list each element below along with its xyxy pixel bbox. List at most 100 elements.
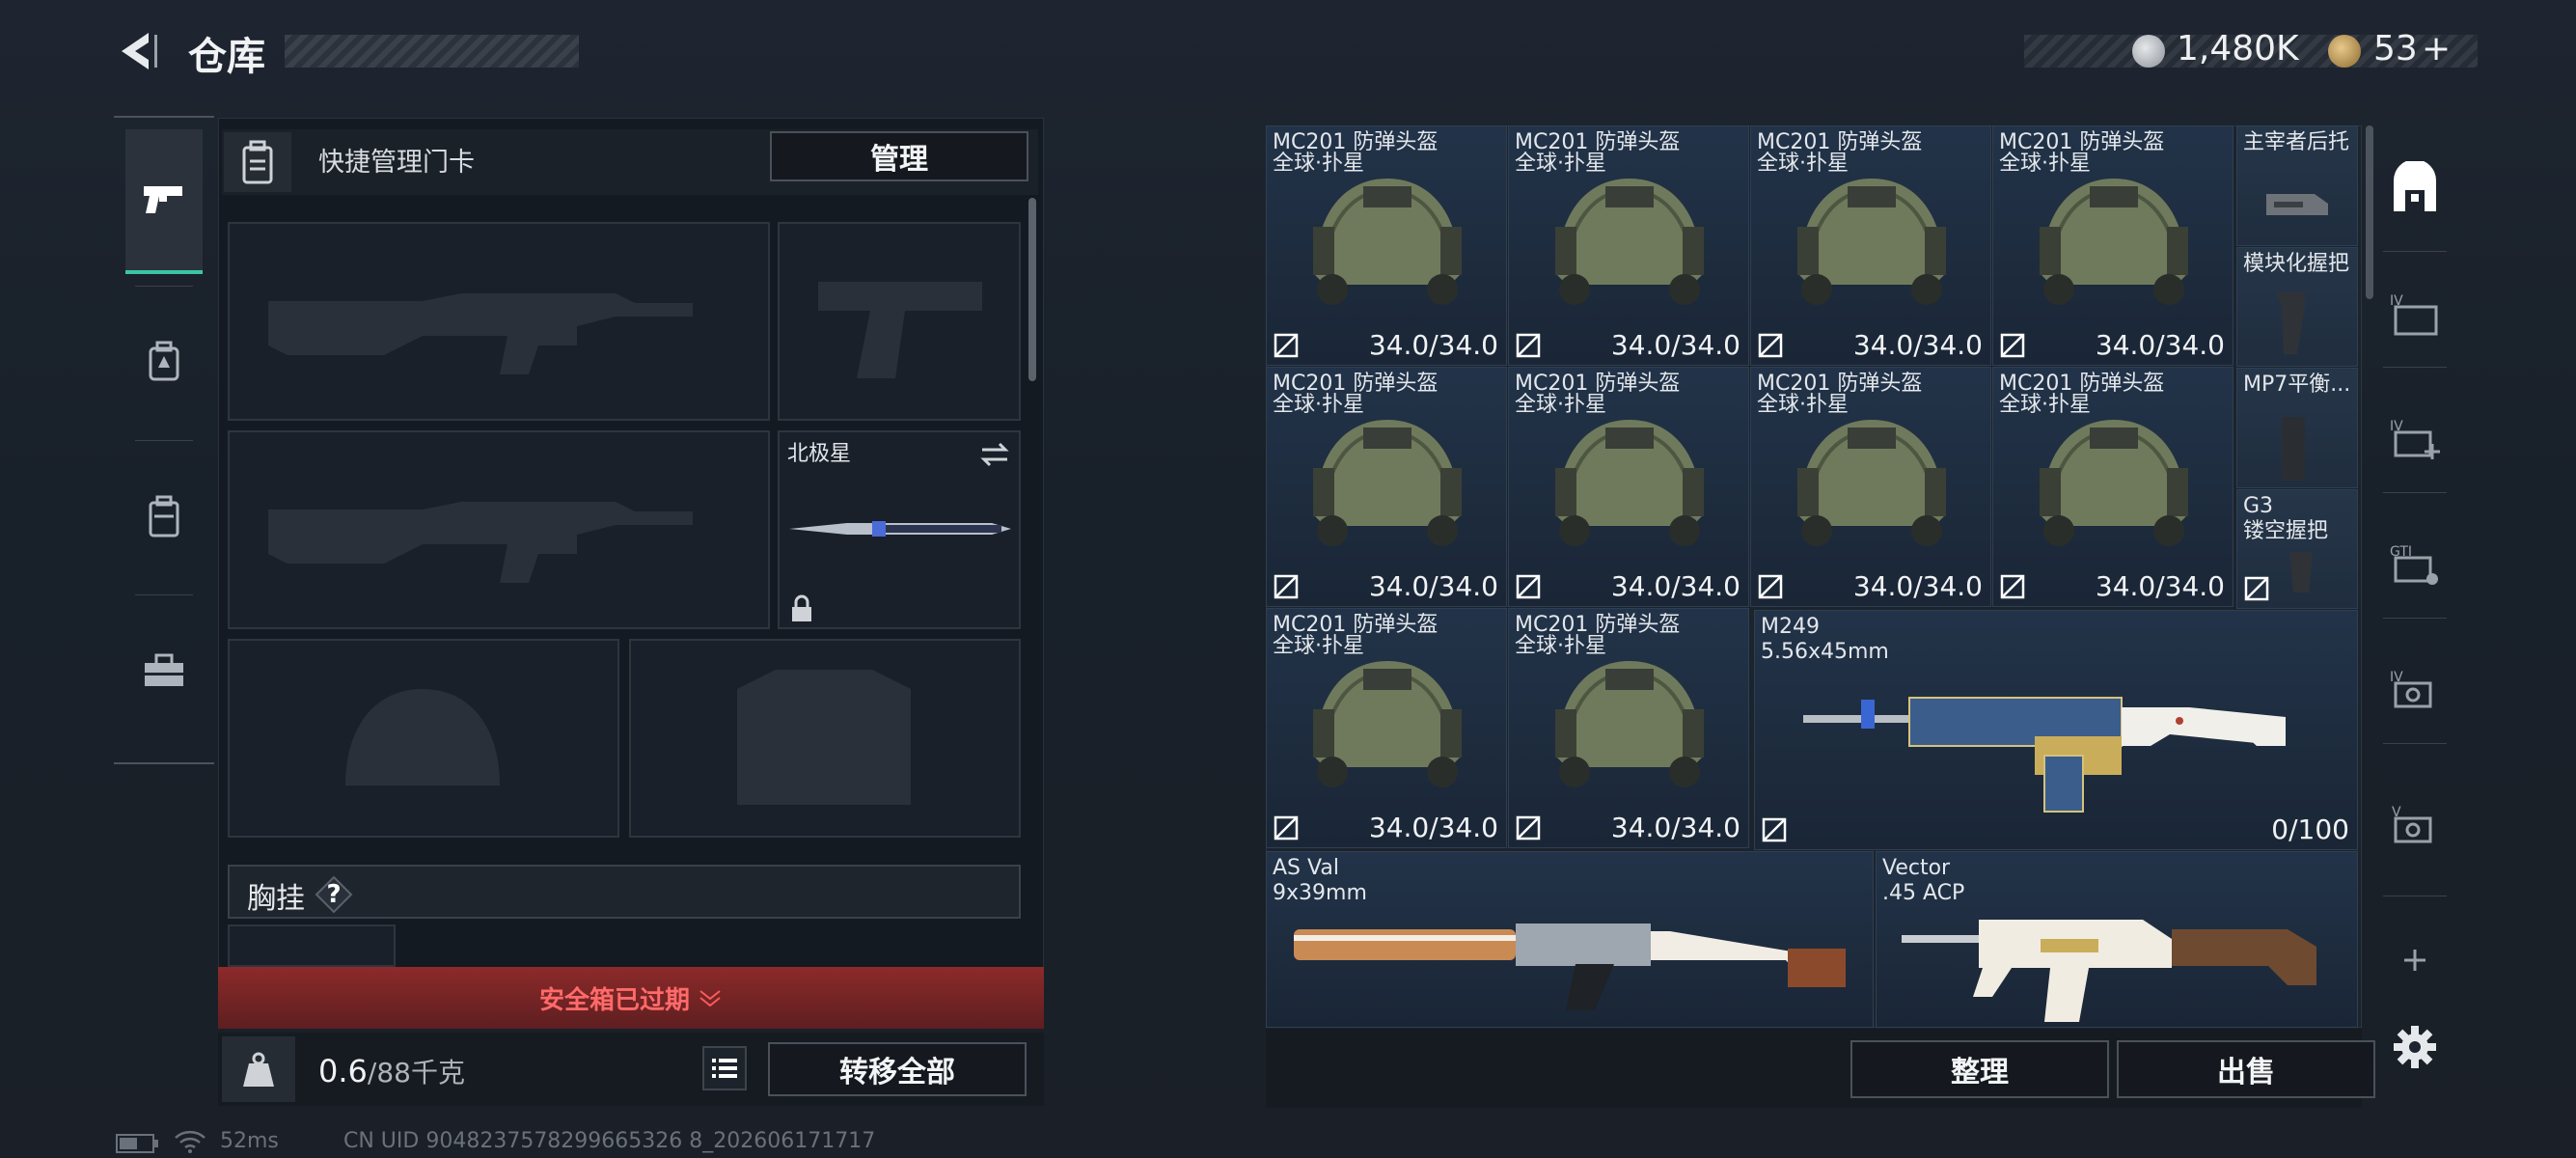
keycard-label: 快捷管理门卡 — [318, 148, 475, 178]
backpack-icon — [149, 341, 179, 381]
grid-item-asval[interactable]: AS Val 9x39mm — [1266, 851, 1874, 1028]
safebox-expired-banner[interactable]: 安全箱已过期 — [218, 967, 1044, 1029]
broken-icon — [1274, 333, 1299, 358]
helmet-slot[interactable] — [228, 639, 619, 838]
broken-icon — [1274, 815, 1299, 841]
primary-weapon-slot[interactable] — [228, 222, 770, 421]
back-arrow-icon[interactable] — [114, 27, 162, 75]
grid-item-helmet[interactable]: MC201 防弹头盔 全球·扑星 34.0/34.0 — [1750, 367, 1991, 607]
help-mark: ? — [326, 880, 342, 909]
storage-tab-4[interactable]: IV — [2381, 656, 2449, 724]
stash-tab[interactable] — [2381, 154, 2449, 222]
grid-item-helmet[interactable]: MC201 防弹头盔 全球·扑星 34.0/34.0 — [1992, 125, 2233, 366]
list-icon — [712, 1059, 737, 1078]
broken-icon — [1516, 574, 1541, 599]
grid-item-helmet[interactable]: MC201 防弹头盔 全球·扑星 34.0/34.0 — [1508, 125, 1749, 366]
manage-button[interactable]: 管理 — [770, 131, 1028, 181]
helmet-icon — [1313, 179, 1462, 305]
grid-item-stock[interactable]: 主宰者后托 — [2236, 125, 2358, 246]
weight-value: 0.6 — [318, 1053, 368, 1089]
rail-divider — [2383, 367, 2447, 368]
durability: 34.0/34.0 — [1610, 329, 1740, 361]
sell-button[interactable]: 出售 — [2117, 1040, 2375, 1098]
armor-slot[interactable] — [629, 639, 1021, 838]
broken-icon — [2000, 574, 2025, 599]
durability: 34.0/34.0 — [1852, 329, 1983, 361]
item-name: G3 — [2243, 494, 2274, 518]
settings-button[interactable] — [2381, 1013, 2449, 1081]
storage-tab-5[interactable]: V — [2381, 791, 2449, 859]
rail-divider — [2383, 492, 2447, 493]
gti-storage-icon: GTI — [2390, 544, 2438, 585]
category-backpack[interactable] — [125, 290, 203, 434]
storage-v-icon: V — [2392, 805, 2432, 843]
storage-tab-3[interactable]: GTI — [2381, 531, 2449, 598]
wifi-icon — [175, 1130, 206, 1153]
helmet-icon — [1555, 661, 1704, 787]
category-case[interactable] — [125, 444, 203, 589]
broken-icon — [1274, 574, 1299, 599]
item-name: MP7平衡... — [2243, 372, 2351, 397]
sort-button[interactable]: 整理 — [1850, 1040, 2109, 1098]
pistol-slot[interactable] — [778, 222, 1021, 421]
left-scrollbar[interactable] — [1028, 198, 1036, 381]
page-title: 仓库 — [188, 35, 265, 79]
grid-item-helmet[interactable]: MC201 防弹头盔 全球·扑星 34.0/34.0 — [1266, 367, 1507, 607]
helmet-silhouette-icon — [345, 689, 500, 786]
keycard-icon — [224, 132, 291, 192]
melee-slot[interactable]: 北极星 — [778, 430, 1021, 629]
grip-icon — [2276, 292, 2305, 354]
grid-item-g3-grip[interactable]: G3 镂空握把 — [2236, 489, 2358, 609]
grid-item-helmet[interactable]: MC201 防弹头盔 全球·扑星 34.0/34.0 — [1992, 367, 2233, 607]
right-scrollbar[interactable] — [2366, 125, 2373, 299]
grid-item-helmet[interactable]: MC201 防弹头盔 全球·扑星 34.0/34.0 — [1508, 367, 1749, 607]
weight-readout: 0.6/88千克 — [318, 1052, 465, 1090]
helmet-icon — [2040, 179, 2188, 305]
rail-divider — [2383, 618, 2447, 619]
durability: 34.0/34.0 — [1610, 570, 1740, 602]
rail-divider — [135, 594, 193, 595]
grid-item-m249[interactable]: M249 5.56x45mm 0/100 — [1754, 610, 2358, 850]
helmet-icon — [1555, 420, 1704, 546]
list-view-button[interactable] — [702, 1046, 747, 1090]
add-currency-button[interactable]: + — [2422, 29, 2451, 69]
title-decoration — [285, 35, 579, 68]
category-weapons[interactable] — [125, 129, 203, 274]
secondary-weapon-slot[interactable] — [228, 430, 770, 629]
broken-icon — [1758, 574, 1783, 599]
grid-item-helmet[interactable]: MC201 防弹头盔 全球·扑星 34.0/34.0 — [1508, 608, 1749, 848]
grid-item-helmet[interactable]: MC201 防弹头盔 全球·扑星 34.0/34.0 — [1750, 125, 1991, 366]
grid-item-grip[interactable]: 模块化握把 — [2236, 247, 2358, 367]
storage-tab-2[interactable]: IV — [2381, 405, 2449, 473]
mp7-part-icon — [2282, 417, 2305, 481]
transfer-all-button[interactable]: 转移全部 — [768, 1042, 1027, 1096]
rail-divider — [2383, 743, 2447, 744]
g3-grip-icon — [2289, 552, 2313, 593]
rail-divider — [135, 286, 193, 287]
broken-icon — [2000, 333, 2025, 358]
silver-coin-icon — [2132, 35, 2165, 68]
uid-text: CN UID 9048237578299665326 8_20260617171… — [343, 1129, 876, 1153]
category-toolbox[interactable] — [125, 598, 203, 743]
machine-gun-icon — [1803, 697, 2286, 813]
durability: 34.0/34.0 — [2095, 329, 2225, 361]
grid-item-helmet[interactable]: MC201 防弹头盔 全球·扑星 34.0/34.0 — [1266, 125, 1507, 366]
toolbox-icon — [145, 653, 183, 686]
battery-icon — [116, 1134, 158, 1153]
helmet-icon — [1555, 179, 1704, 305]
item-name: Vector — [1882, 856, 1951, 880]
storage-tab-1[interactable]: IV — [2381, 280, 2449, 347]
durability: 34.0/34.0 — [1368, 570, 1498, 602]
expired-text: 安全箱已过期 — [538, 985, 690, 1015]
grid-item-vector[interactable]: Vector .45 ACP — [1876, 851, 2358, 1028]
chest-rig-slot[interactable] — [228, 924, 396, 967]
add-storage-tab[interactable] — [2381, 926, 2449, 994]
armor-silhouette-icon — [737, 670, 911, 805]
grid-item-mp7-part[interactable]: MP7平衡... — [2236, 368, 2358, 488]
grid-item-helmet[interactable]: MC201 防弹头盔 全球·扑星 34.0/34.0 — [1266, 608, 1507, 848]
help-button[interactable]: ? — [315, 875, 353, 914]
folder-iv-icon: IV — [2390, 293, 2438, 336]
vector-smg-icon — [1902, 920, 2316, 1022]
weight-icon — [222, 1036, 295, 1102]
swap-icon[interactable] — [978, 440, 1011, 469]
